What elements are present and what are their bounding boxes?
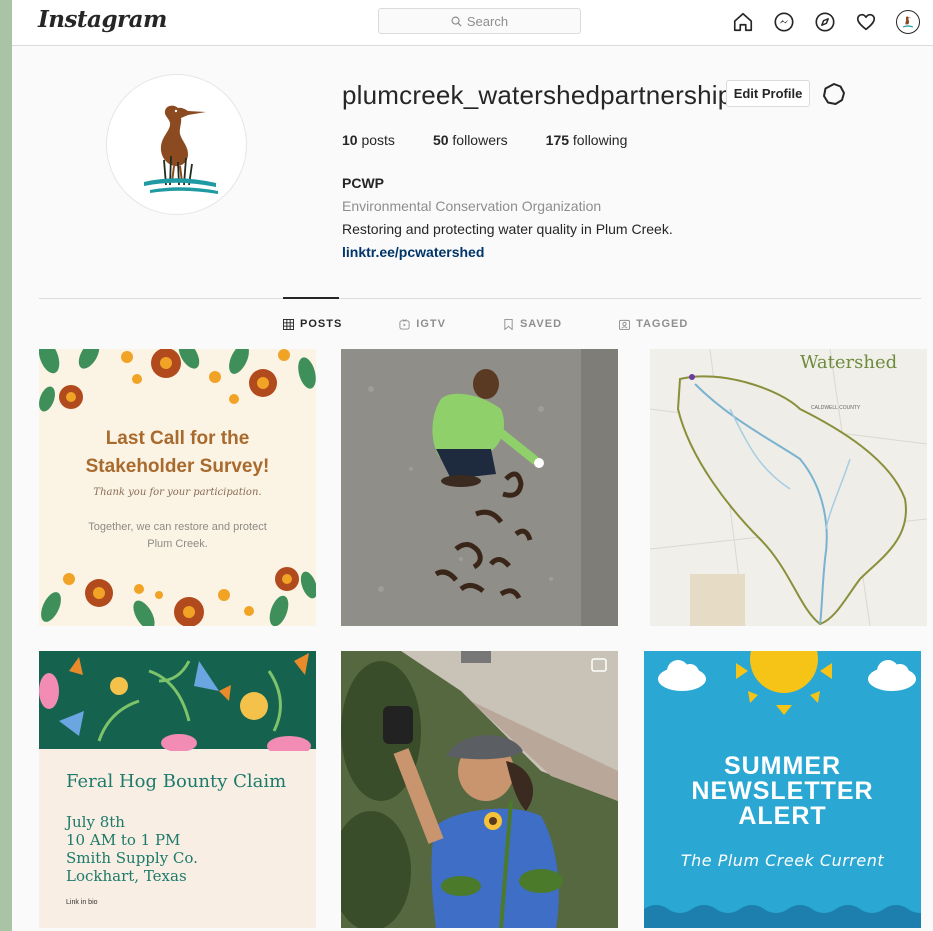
instagram-logo[interactable]: Instagram (38, 6, 167, 33)
hog-bounty-title: Feral Hog Bounty Claim (66, 771, 287, 792)
pcwp-heron-logo (143, 105, 218, 194)
profile-avatar-icon[interactable] (896, 10, 920, 34)
posts-label: posts (361, 132, 395, 148)
active-tab-indicator (283, 297, 339, 299)
tagged-icon (619, 319, 631, 330)
newsletter-line3: ALERT (738, 802, 827, 830)
following-stat[interactable]: 175 following (546, 132, 628, 148)
bio-description: Restoring and protecting water quality i… (342, 221, 673, 237)
newsletter-line2: NEWSLETTER (691, 777, 874, 805)
tab-posts-label: POSTS (300, 318, 343, 330)
newsletter-title: SUMMER NEWSLETTER ALERT (644, 754, 921, 829)
followers-stat[interactable]: 50 followers (433, 132, 508, 148)
top-navigation-bar: Instagram Search (12, 0, 933, 46)
post-volunteer-photo[interactable] (341, 651, 618, 928)
hog-time: 10 AM to 1 PM (66, 831, 181, 849)
search-icon (451, 16, 462, 27)
following-count: 175 (545, 132, 570, 148)
messenger-icon[interactable] (773, 11, 795, 33)
hog-bounty-details: July 8th 10 AM to 1 PM Smith Supply Co. … (66, 813, 198, 885)
bookmark-icon (504, 318, 513, 330)
posts-count: 10 (342, 132, 358, 148)
watershed-title: Watershed (800, 352, 898, 373)
volunteer-photo (341, 651, 618, 928)
profile-tabs: POSTS IGTV SAVED TAGGED (283, 318, 688, 330)
grid-icon (283, 318, 294, 330)
survey-body-line1: Together, we can restore and protect (88, 521, 267, 533)
settings-gear-icon[interactable] (822, 82, 846, 106)
tropical-leaves-banner (39, 651, 316, 751)
survey-body: Together, we can restore and protect Plu… (59, 519, 296, 553)
post-feral-hog-bounty[interactable]: Feral Hog Bounty Claim July 8th 10 AM to… (39, 651, 316, 928)
bio-name: PCWP (342, 175, 384, 191)
tab-saved-label: SAVED (519, 318, 563, 330)
tab-tagged[interactable]: TAGGED (619, 318, 688, 330)
following-label: following (572, 132, 628, 148)
search-placeholder: Search (466, 13, 509, 29)
post-summer-newsletter[interactable]: SUMMER NEWSLETTER ALERT The Plum Creek C… (644, 651, 921, 928)
survey-title: Last Call for the Stakeholder Survey! (39, 425, 316, 481)
tab-igtv[interactable]: IGTV (399, 318, 446, 330)
newsletter-subtitle: The Plum Creek Current (680, 851, 885, 870)
survey-title-line1: Last Call for the (105, 428, 250, 449)
followers-label: followers (452, 132, 508, 148)
tab-tagged-label: TAGGED (636, 318, 689, 330)
cleanup-photo (341, 349, 618, 626)
posts-stat: 10 posts (342, 132, 395, 148)
survey-body-line2: Plum Creek. (147, 538, 208, 550)
search-input[interactable]: Search (378, 8, 581, 34)
followers-count: 50 (432, 132, 449, 148)
home-icon[interactable] (732, 11, 754, 33)
tab-saved[interactable]: SAVED (503, 318, 562, 330)
hog-location: Smith Supply Co. (66, 849, 198, 867)
bio-link[interactable]: linktr.ee/pcwatershed (342, 241, 673, 264)
explore-compass-icon[interactable] (814, 11, 836, 33)
instagram-window: Instagram Search plumcreek_watershedpart… (12, 0, 933, 931)
tab-igtv-label: IGTV (416, 318, 446, 330)
igtv-icon (399, 318, 410, 330)
edit-profile-button[interactable]: Edit Profile (726, 80, 810, 107)
nav-icon-group (732, 9, 920, 35)
hog-date: July 8th (66, 813, 125, 831)
post-cleanup-photo[interactable] (341, 349, 618, 626)
tabs-divider (39, 298, 921, 299)
tab-posts[interactable]: POSTS (283, 318, 342, 330)
profile-stats: 10 posts 50 followers 175 following (342, 132, 627, 148)
survey-title-line2: Stakeholder Survey! (85, 456, 270, 477)
hog-city: Lockhart, Texas (66, 867, 187, 885)
map-county-label: CALDWELL COUNTY (811, 405, 861, 411)
profile-username: plumcreek_watershedpartnership (342, 80, 733, 110)
hog-link-in-bio: Link in bio (66, 899, 98, 906)
profile-bio: PCWP Environmental Conservation Organiza… (342, 172, 673, 264)
watershed-map: CALDWELL COUNTY (650, 349, 927, 626)
heron-mini-icon (902, 16, 914, 28)
post-watershed-map[interactable]: CALDWELL COUNTY Watershed (650, 349, 927, 626)
post-stakeholder-survey[interactable]: Last Call for the Stakeholder Survey! Th… (39, 349, 316, 626)
bio-category: Environmental Conservation Organization (342, 198, 602, 214)
profile-avatar[interactable] (106, 74, 247, 215)
newsletter-line1: SUMMER (723, 752, 842, 780)
activity-heart-icon[interactable] (855, 11, 877, 33)
survey-thanks: Thank you for your participation. (93, 487, 262, 498)
